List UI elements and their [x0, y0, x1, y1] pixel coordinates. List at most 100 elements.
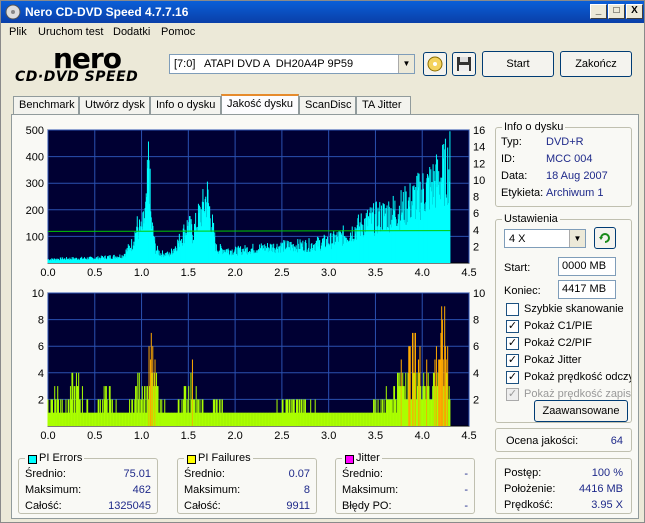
- show-jitter-label: Pokaż Jitter: [524, 354, 582, 366]
- speed-select-value: 4 X: [509, 233, 526, 245]
- close-button[interactable]: X: [626, 4, 643, 19]
- show-write-speed-label: Pokaż prędkość zapisu: [524, 388, 631, 400]
- pie-chart-y-right-tick-label: 16: [473, 125, 485, 137]
- tab-benchmark[interactable]: Benchmark: [13, 96, 79, 115]
- jitter-max-value: -: [464, 484, 468, 496]
- exit-button[interactable]: Zakończ: [560, 51, 632, 77]
- start-button[interactable]: Start: [482, 51, 554, 77]
- disc-label-label: Etykieta:: [501, 187, 544, 199]
- start-input[interactable]: 0000 MB: [558, 257, 616, 276]
- pi-failures-color-swatch: [187, 455, 196, 464]
- disc-type-label: Typ:: [501, 136, 522, 148]
- nero-logo: nero CD·DVD SPEED: [11, 42, 161, 86]
- tab-disc-quality[interactable]: Jakość dysku: [221, 94, 299, 116]
- disc-info-button[interactable]: [423, 52, 447, 76]
- tab-scandisc[interactable]: ScanDisc: [299, 96, 356, 115]
- pif-chart-x-tick-label: 2.5: [274, 430, 289, 442]
- menu-help[interactable]: Pomoc: [161, 26, 195, 38]
- tab-ta-jitter[interactable]: TA Jitter: [356, 96, 411, 115]
- end-label: Koniec:: [504, 285, 541, 297]
- logo-cd-dvd-speed-text: CD·DVD SPEED: [15, 69, 139, 85]
- pie-chart-x-tick-label: 1.5: [181, 267, 196, 279]
- pif-chart-y-right-tick-label: 6: [473, 341, 479, 353]
- pie-chart-y-left-tick-label: 400: [26, 152, 44, 164]
- menu-extras[interactable]: Dodatki: [113, 26, 150, 38]
- pie-chart-x-tick-label: 2.0: [227, 267, 242, 279]
- pie-chart-y-right-tick-label: 2: [473, 241, 479, 253]
- menu-run-test[interactable]: Uruchom test: [38, 26, 103, 38]
- progress-group: Postęp: 100 % Położenie: 4416 MB Prędkoś…: [495, 458, 632, 514]
- pi-failures-max-value: 8: [303, 484, 310, 496]
- maximize-button[interactable]: □: [608, 4, 625, 19]
- menu-file[interactable]: Plik: [9, 26, 27, 38]
- tab-strip: Benchmark Utwórz dysk Info o dysku Jakoś…: [13, 94, 633, 116]
- disc-id-value: MCC 004: [546, 153, 593, 165]
- pif-chart-y-left-tick-label: 8: [38, 315, 44, 327]
- quality-score-value: 64: [610, 435, 623, 447]
- refresh-button[interactable]: [594, 227, 616, 249]
- speed-value: 3.95 X: [591, 499, 623, 511]
- tab-create-disc[interactable]: Utwórz dysk: [79, 96, 150, 115]
- pif-chart-y-right-tick-label: 10: [473, 288, 485, 300]
- show-pie-checkbox[interactable]: ✓: [506, 320, 519, 333]
- show-pif-checkbox[interactable]: ✓: [506, 337, 519, 350]
- minimize-button[interactable]: _: [590, 4, 607, 19]
- pif-chart-x-tick-label: 0.0: [40, 430, 55, 442]
- disc-info-icon: [427, 56, 443, 72]
- pie-chart-y-right-tick-label: 10: [473, 175, 485, 187]
- disc-type-value: DVD+R: [546, 136, 584, 148]
- disc-quality-panel: 0.0 0.5 1.0 1.5 2.0 2.5 3.0 3.5 4.0 4.5 100 200 300 4…: [11, 114, 639, 519]
- pi-failures-avg-label: Średnio:: [184, 468, 225, 480]
- advanced-button[interactable]: Zaawansowane: [534, 400, 628, 422]
- chevron-down-icon: ▼: [398, 55, 414, 73]
- quality-score-group: Ocena jakości: 64: [495, 428, 632, 452]
- pif-chart-y-left-tick-label: 6: [38, 341, 44, 353]
- pie-chart-y-right-tick-label: 8: [473, 192, 479, 204]
- app-icon: [5, 4, 21, 20]
- show-read-speed-label: Pokaż prędkość odczytu: [524, 371, 631, 383]
- pie-chart-y-left-tick-label: 100: [26, 231, 44, 243]
- show-jitter-checkbox[interactable]: ✓: [506, 354, 519, 367]
- position-value: 4416 MB: [578, 483, 623, 495]
- pi-failures-total-label: Całość:: [184, 500, 221, 512]
- pie-chart-x-tick-label: 1.0: [134, 267, 149, 279]
- drive-select-value: [7:0] ATAPI DVD A DH20A4P 9P59: [174, 58, 354, 70]
- pif-chart-x-tick-label: 3.5: [368, 430, 383, 442]
- pie-chart-x-tick-label: 2.5: [274, 267, 289, 279]
- pif-chart-y-right-tick-label: 8: [473, 315, 479, 327]
- pif-chart-x-tick-label: 3.0: [321, 430, 336, 442]
- pie-chart-y-left-tick-label: 300: [26, 178, 44, 190]
- show-pie-label: Pokaż C1/PIE: [524, 320, 593, 332]
- quick-scan-checkbox[interactable]: [506, 303, 519, 316]
- pi-errors-max-label: Maksimum:: [25, 484, 82, 496]
- pi-errors-avg-label: Średnio:: [25, 468, 66, 480]
- pi-errors-total-label: Całość:: [25, 500, 62, 512]
- pie-chart-x-tick-label: 4.5: [461, 267, 476, 279]
- start-label: Start:: [504, 262, 531, 274]
- jitter-color-swatch: [345, 455, 354, 464]
- pi-failures-max-label: Maksimum:: [184, 484, 241, 496]
- app-window: Nero CD-DVD Speed 4.7.7.16 _ □ X Plik Ur…: [0, 0, 645, 523]
- speed-select[interactable]: 4 X ▼: [504, 229, 586, 248]
- pi-errors-avg-value: 75.01: [123, 468, 151, 480]
- pif-chart-y-right-tick-label: 4: [473, 368, 479, 380]
- drive-select[interactable]: [7:0] ATAPI DVD A DH20A4P 9P59 ▼: [169, 54, 415, 74]
- show-read-speed-checkbox[interactable]: ✓: [506, 371, 519, 384]
- pie-chart-x-tick-label: 0.5: [87, 267, 102, 279]
- progress-label: Postęp:: [504, 467, 542, 479]
- jitter-group: Jitter Średnio: - Maksimum: - Błędy PO: …: [335, 452, 475, 514]
- pi-failures-avg-value: 0.07: [288, 468, 310, 480]
- settings-title: Ustawienia: [502, 213, 560, 225]
- save-button[interactable]: [452, 52, 476, 76]
- disc-date-label: Data:: [501, 170, 528, 182]
- pie-chart-x-tick-label: 3.5: [368, 267, 383, 279]
- chevron-down-icon: ▼: [569, 230, 585, 247]
- tab-disc-info[interactable]: Info o dysku: [150, 96, 221, 115]
- pif-chart-x-tick-label: 1.5: [181, 430, 196, 442]
- pif-chart-x-tick-label: 2.0: [227, 430, 242, 442]
- pif-chart-x-tick-label: 1.0: [134, 430, 149, 442]
- floppy-disk-icon: [457, 57, 471, 71]
- show-pif-label: Pokaż C2/PIF: [524, 337, 592, 349]
- end-input[interactable]: 4417 MB: [558, 280, 616, 299]
- pi-failures-total-value: 9911: [286, 500, 310, 512]
